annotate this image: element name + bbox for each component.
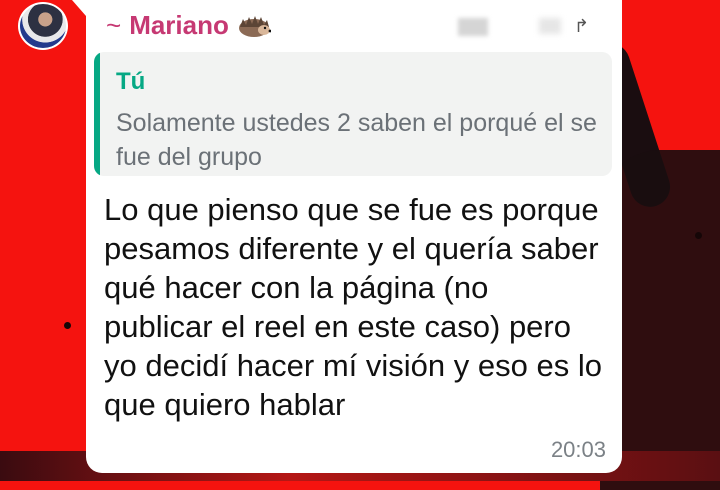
- quote-text: Solamente ustedes 2 saben el porqué el s…: [116, 109, 597, 171]
- wallpaper-dot: [64, 322, 71, 329]
- message-text: Lo que pienso que se fue es porque pesam…: [104, 192, 602, 422]
- quote-author: Tú: [116, 68, 146, 95]
- wallpaper-dot: [695, 232, 702, 239]
- redacted-phone: [539, 18, 561, 34]
- message-bubble[interactable]: ~ Mariano ↱ Tú Solamente ustedes 2 saben…: [72, 0, 622, 473]
- sender-name[interactable]: Mariano: [129, 10, 229, 41]
- sender-prefix: ~: [106, 10, 122, 40]
- quote-accent-bar: [94, 52, 100, 176]
- sender-header[interactable]: ~ Mariano: [106, 10, 272, 41]
- hedgehog-icon: [237, 14, 272, 38]
- forward-icon: ↱: [574, 16, 590, 36]
- quoted-reply[interactable]: Tú Solamente ustedes 2 saben el porqué e…: [94, 52, 612, 176]
- message-time: 20:03: [550, 437, 606, 462]
- redacted-phone: [458, 18, 488, 36]
- avatar[interactable]: [18, 2, 68, 50]
